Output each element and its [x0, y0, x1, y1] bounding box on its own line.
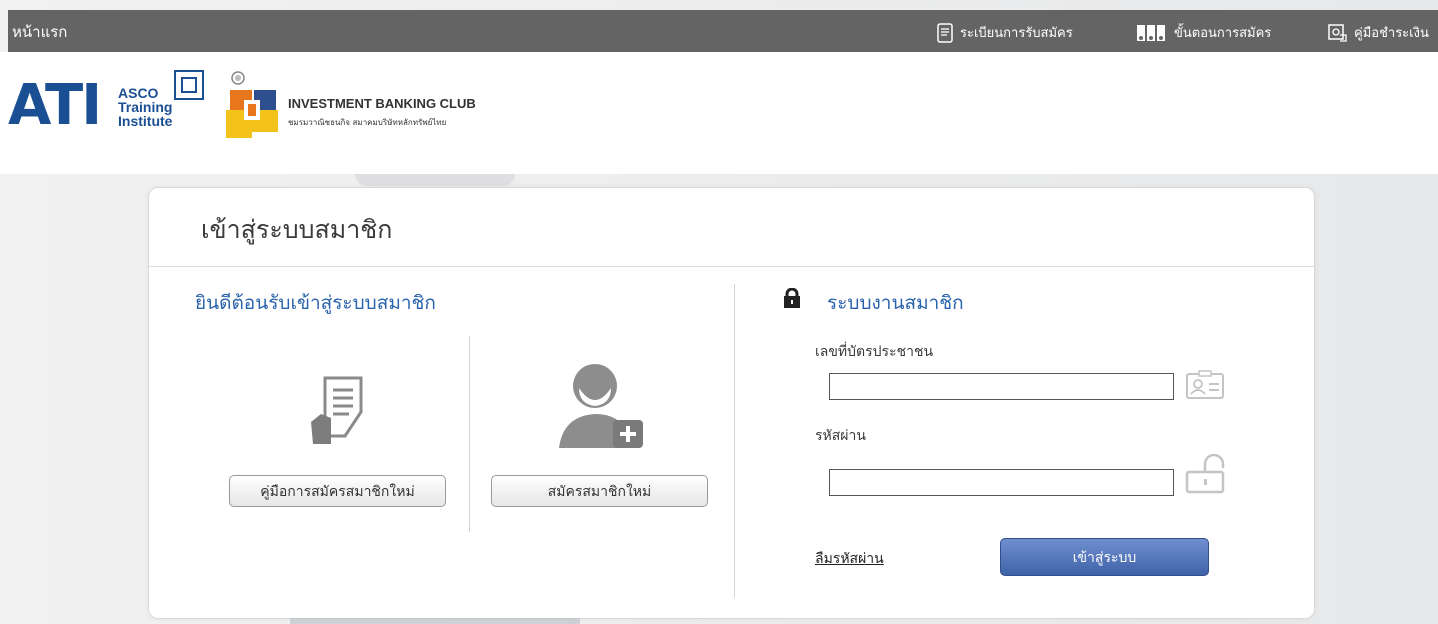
nav-payment-guide[interactable]: คู่มือชำระเงิน: [1328, 22, 1429, 43]
option-divider: [469, 336, 470, 532]
ibc-logo-title: INVESTMENT BANKING CLUB: [288, 96, 476, 111]
page-title: เข้าสู่ระบบสมาชิก: [201, 215, 393, 244]
steps-icon: [1137, 24, 1165, 41]
password-label: รหัสผ่าน: [815, 428, 866, 444]
id-card-icon: [1186, 370, 1224, 399]
nav-registration-info[interactable]: ระเบียนการรับสมัคร: [936, 22, 1073, 43]
nav-payment-label: คู่มือชำระเงิน: [1354, 26, 1429, 41]
payment-guide-icon: [1328, 23, 1347, 42]
id-card-label: เลขที่บัตรประชาชน: [815, 344, 934, 360]
registration-guide-icon: [311, 376, 363, 444]
section-divider: [734, 284, 735, 598]
ibc-logo-subtitle: ชมรมวาณิชธนกิจ สมาคมบริษัทหลักทรัพย์ไทย: [288, 118, 447, 127]
ati-logo-subtext: ASCO Training Institute: [118, 85, 173, 129]
nav-application-steps[interactable]: ขั้นตอนการสมัคร: [1136, 22, 1271, 43]
registration-guide-button[interactable]: คู่มือการสมัครสมาชิกใหม่: [229, 475, 446, 507]
title-divider: [149, 266, 1314, 267]
login-panel: เข้าสู่ระบบสมาชิก ยินดีต้อนรับเข้าสู่ระบ…: [148, 187, 1315, 619]
document-icon: [937, 22, 953, 43]
lock-icon: [784, 288, 800, 308]
nav-steps-label: ขั้นตอนการสมัคร: [1174, 26, 1272, 41]
id-card-input[interactable]: [829, 373, 1174, 400]
ati-square-mark: [174, 70, 204, 100]
site-header: ATI ASCO Training Institute INVESTMENT B…: [0, 52, 1438, 174]
forgot-password-link[interactable]: ลืมรหัสผ่าน: [815, 548, 884, 570]
register-button[interactable]: สมัครสมาชิกใหม่: [491, 475, 708, 507]
password-input[interactable]: [829, 469, 1174, 496]
ati-logo-main: ATI: [8, 73, 102, 138]
new-member-icon: [559, 364, 643, 448]
ati-logo[interactable]: ATI ASCO Training Institute: [8, 68, 208, 152]
ibc-emblem: [226, 71, 278, 138]
home-link[interactable]: หน้าแรก: [12, 20, 67, 44]
welcome-heading: ยินดีต้อนรับเข้าสู่ระบบสมาชิก: [195, 292, 436, 314]
background-decoration: [355, 174, 515, 186]
login-button[interactable]: เข้าสู่ระบบ: [1000, 538, 1209, 576]
top-nav-bar: หน้าแรก ระเบียนการรับสมัคร ขั้นตอนการสมั…: [8, 10, 1438, 52]
background-decoration-strip: [290, 618, 580, 624]
member-system-heading: ระบบงานสมาชิก: [827, 292, 964, 314]
nav-registration-label: ระเบียนการรับสมัคร: [960, 26, 1073, 41]
unlock-icon: [1185, 454, 1225, 494]
ibc-logo[interactable]: INVESTMENT BANKING CLUB ชมรมวาณิชธนกิจ ส…: [224, 70, 494, 142]
